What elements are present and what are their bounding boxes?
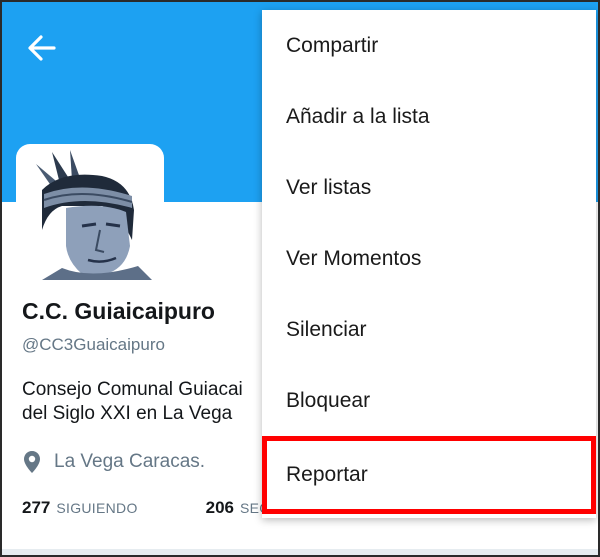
- menu-item-compartir[interactable]: Compartir: [262, 10, 596, 81]
- profile-name: C.C. Guiaicaipuro: [22, 298, 215, 324]
- profile-bio: Consejo Comunal Guiacai del Siglo XXI en…: [22, 378, 262, 426]
- menu-item-anadir-a-la-lista[interactable]: Añadir a la lista: [262, 81, 596, 152]
- bio-line-2: del Siglo XXI en La Vega: [22, 403, 233, 424]
- back-button[interactable]: [22, 28, 62, 68]
- profile-handle: @CC3Guaicaipuro: [22, 335, 165, 354]
- following-label[interactable]: SIGUIENDO: [56, 500, 137, 516]
- avatar[interactable]: [16, 144, 164, 286]
- overflow-menu: Compartir Añadir a la lista Ver listas V…: [262, 10, 596, 518]
- avatar-portrait-image: [22, 150, 158, 280]
- map-pin-icon: [24, 451, 40, 473]
- profile-location: La Vega Caracas.: [22, 450, 205, 474]
- menu-item-ver-listas[interactable]: Ver listas: [262, 152, 596, 223]
- app-frame: C.C. Guiaicaipuro @CC3Guaicaipuro Consej…: [0, 0, 600, 557]
- bio-line-1: Consejo Comunal Guiacai: [22, 379, 243, 400]
- divider: [2, 549, 598, 555]
- arrow-left-icon: [28, 35, 56, 61]
- location-text[interactable]: La Vega Caracas.: [54, 451, 205, 473]
- menu-item-silenciar[interactable]: Silenciar: [262, 294, 596, 365]
- menu-item-ver-momentos[interactable]: Ver Momentos: [262, 223, 596, 294]
- followers-count[interactable]: 206: [206, 498, 234, 518]
- menu-item-reportar[interactable]: Reportar: [262, 436, 596, 514]
- following-count[interactable]: 277: [22, 498, 50, 518]
- menu-item-bloquear[interactable]: Bloquear: [262, 365, 596, 436]
